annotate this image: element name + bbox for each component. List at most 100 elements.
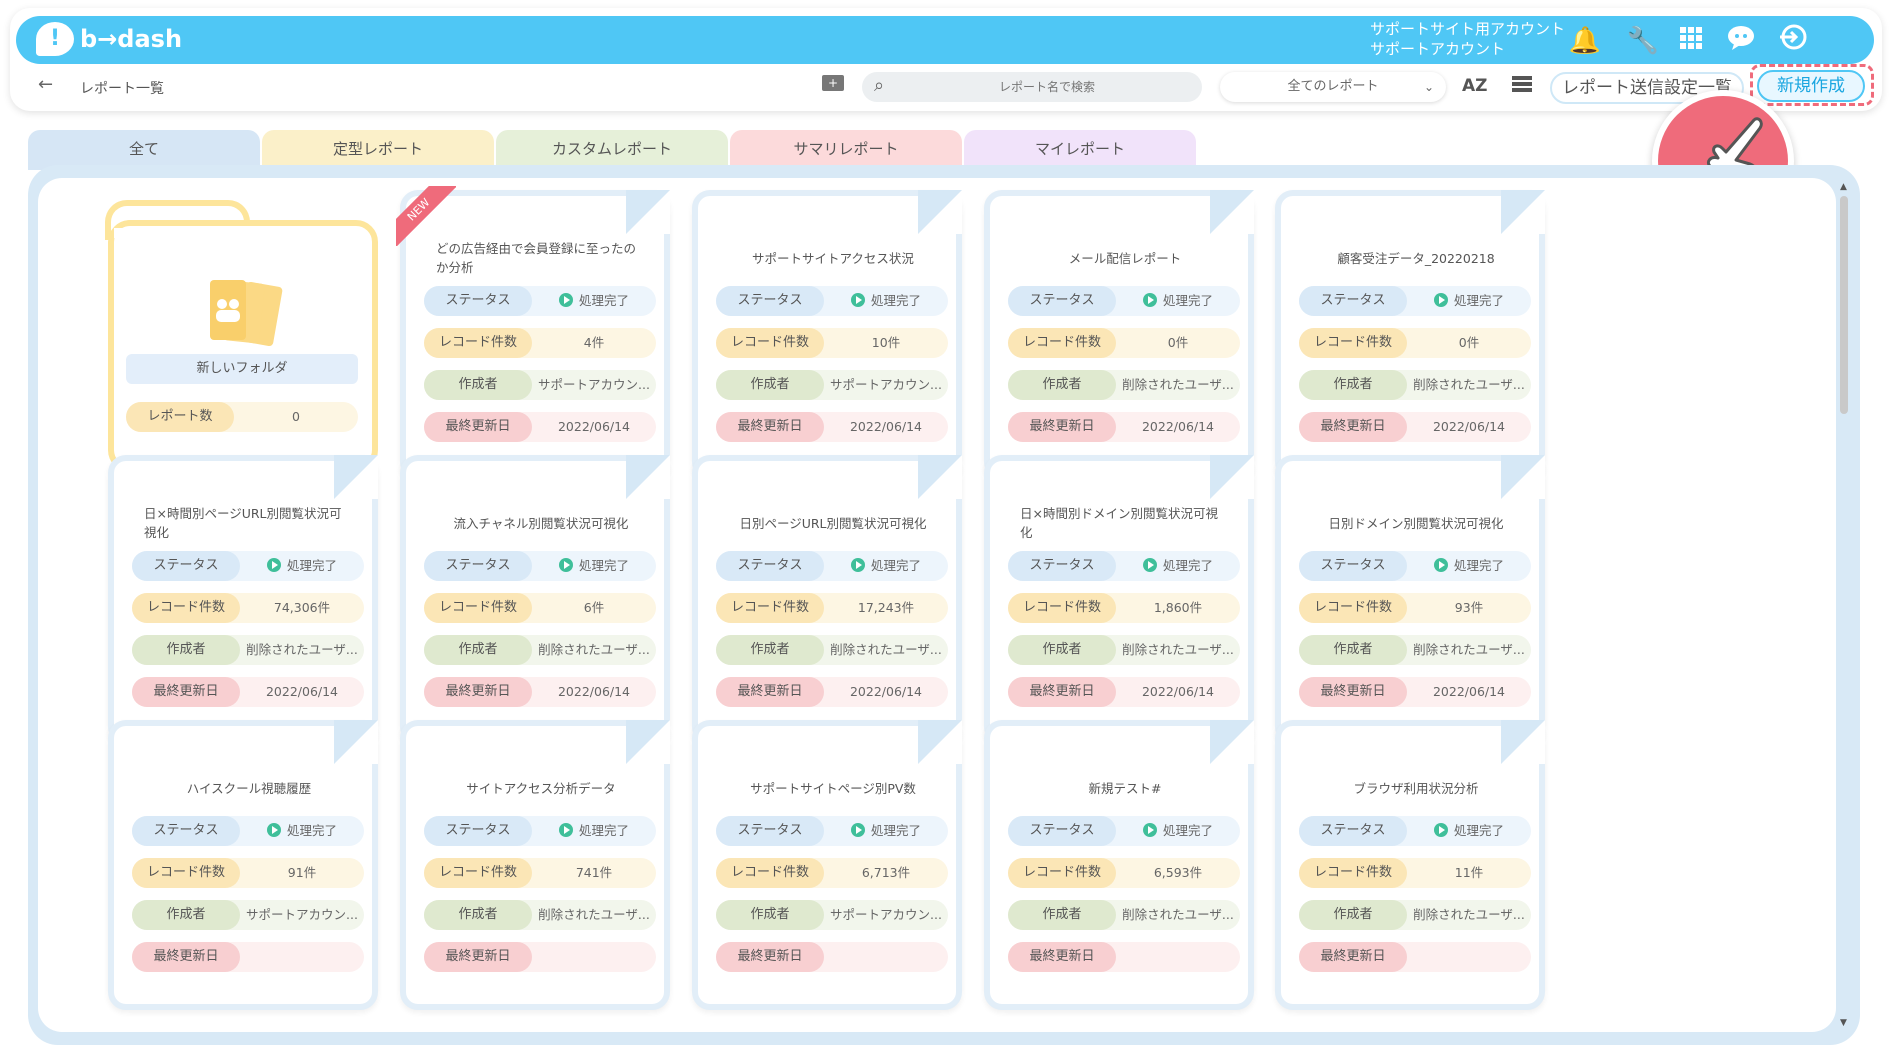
updated-label: 最終更新日 — [1299, 677, 1407, 707]
updated-value — [824, 942, 948, 972]
author-row: 作成者 サポートアカウン... — [424, 370, 656, 400]
updated-label: 最終更新日 — [716, 412, 824, 442]
report-card[interactable]: ハイスクール視聴履歴 ステータス 処理完了 レコード件数 91件 作成者 サポートアカウン.… — [108, 720, 378, 1010]
folder-card[interactable]: 新しいフォルダ レポート数 0 — [108, 220, 378, 472]
tab-all[interactable]: 全て — [28, 130, 260, 170]
status-text: 処理完了 — [1162, 558, 1213, 573]
report-card[interactable]: メール配信レポート ステータス 処理完了 レコード件数 0件 作成者 削除されたユーザ...… — [984, 190, 1254, 480]
author-row: 作成者 削除されたユーザ... — [1299, 900, 1531, 930]
scroll-down-icon[interactable]: ▼ — [1840, 1018, 1847, 1028]
report-card[interactable]: 流入チャネル別閲覧状況可視化 ステータス 処理完了 レコード件数 6件 作成者 削除されたユ… — [400, 455, 670, 745]
report-card[interactable]: サポートサイトアクセス状況 ステータス 処理完了 レコード件数 10件 作成者 サポートアカ… — [692, 190, 962, 480]
tab-my-reports[interactable]: マイレポート — [964, 130, 1196, 170]
record-count-label: レコード件数 — [1008, 858, 1116, 888]
page-fold — [334, 455, 378, 499]
record-count-label: レコード件数 — [424, 593, 532, 623]
record-count-row: レコード件数 74,306件 — [132, 593, 364, 623]
status-text: 処理完了 — [1162, 293, 1213, 308]
record-count-label: レコード件数 — [424, 858, 532, 888]
updated-row: 最終更新日 2022/06/14 — [1008, 677, 1240, 707]
author-value: 削除されたユーザ... — [1413, 377, 1525, 392]
author-value: サポートアカウン... — [246, 907, 358, 922]
tab-summary[interactable]: サマリレポート — [730, 130, 962, 170]
back-arrow-icon[interactable]: ← — [38, 74, 53, 95]
search-input[interactable] — [902, 72, 1192, 102]
status-value: 処理完了 — [1407, 551, 1531, 581]
list-view-icon[interactable] — [1512, 76, 1532, 92]
updated-row: 最終更新日 2022/06/14 — [1299, 677, 1531, 707]
status-row: ステータス 処理完了 — [1008, 286, 1240, 316]
report-card[interactable]: ブラウザ利用状況分析 ステータス 処理完了 レコード件数 11件 作成者 削除されたユーザ.… — [1275, 720, 1545, 1010]
author-value: サポートアカウン... — [830, 907, 942, 922]
author-label: 作成者 — [716, 635, 824, 665]
updated-row: 最終更新日 — [132, 942, 364, 972]
status-row: ステータス 処理完了 — [424, 816, 656, 846]
record-count-row: レコード件数 11件 — [1299, 858, 1531, 888]
play-icon — [266, 558, 281, 572]
report-card[interactable]: 日×時間別ドメイン別閲覧状況可視化 ステータス 処理完了 レコード件数 1,860件 作成… — [984, 455, 1254, 745]
report-card[interactable]: 日別ドメイン別閲覧状況可視化 ステータス 処理完了 レコード件数 93件 作成者 削除された… — [1275, 455, 1545, 745]
record-count-row: レコード件数 6,713件 — [716, 858, 948, 888]
logo[interactable]: ! b→dash — [36, 22, 182, 56]
report-card[interactable]: サポートサイトページ別PV数 ステータス 処理完了 レコード件数 6,713件 作成者 サポ… — [692, 720, 962, 1010]
tab-standard[interactable]: 定型レポート — [262, 130, 494, 170]
author-label: 作成者 — [716, 900, 824, 930]
record-count-row: レコード件数 6件 — [424, 593, 656, 623]
add-folder-icon[interactable]: + — [822, 75, 844, 91]
report-card[interactable]: NEW どの広告経由で会員登録に至ったのか分析 ステータス 処理完了 レコード件数 4件作… — [396, 186, 670, 480]
report-card[interactable]: サイトアクセス分析データ ステータス 処理完了 レコード件数 741件 作成者 削除されたユ… — [400, 720, 670, 1010]
toolbar: ← レポート一覧 + ⌕ 全てのレポート ⌄ AZ レポート送信設定一覧 新規作… — [0, 64, 1890, 110]
scrollbar[interactable]: ▲ ▼ — [1838, 182, 1850, 1028]
author-value: 削除されたユーザ... — [1413, 907, 1525, 922]
report-card[interactable]: 顧客受注データ_20220218 ステータス 処理完了 レコード件数 0件 作成者 削除され… — [1275, 190, 1545, 480]
chat-icon[interactable] — [1724, 24, 1758, 58]
bell-icon[interactable]: 🔔 — [1568, 24, 1602, 58]
status-label: ステータス — [716, 286, 824, 316]
report-filter-select[interactable]: 全てのレポート ⌄ — [1220, 72, 1446, 102]
author-label: 作成者 — [1008, 635, 1116, 665]
report-title: サポートサイトアクセス状況 — [752, 250, 914, 266]
chevron-down-icon: ⌄ — [1423, 80, 1434, 94]
page-fold — [334, 720, 378, 764]
status-label: ステータス — [1299, 551, 1407, 581]
status-label: ステータス — [716, 816, 824, 846]
sort-az-icon[interactable]: AZ — [1462, 76, 1487, 96]
record-count-value: 11件 — [1454, 865, 1484, 880]
author-value: 削除されたユーザ... — [246, 642, 358, 657]
grid-icon[interactable] — [1674, 24, 1708, 58]
author-row: 作成者 削除されたユーザ... — [1299, 635, 1531, 665]
author-row: 作成者 削除されたユーザ... — [1008, 370, 1240, 400]
author-row: 作成者 削除されたユーザ... — [424, 635, 656, 665]
author-label: 作成者 — [132, 635, 240, 665]
record-count-label: レコード件数 — [716, 858, 824, 888]
status-label: ステータス — [424, 816, 532, 846]
author-label: 作成者 — [1008, 370, 1116, 400]
updated-label: 最終更新日 — [1299, 942, 1407, 972]
report-card[interactable]: 日×時間別ページURL別閲覧状況可視化 ステータス 処理完了 レコード件数 74,306… — [108, 455, 378, 745]
wrench-icon[interactable]: 🔧 — [1626, 24, 1660, 58]
record-count-row: レコード件数 93件 — [1299, 593, 1531, 623]
logout-icon[interactable] — [1776, 24, 1810, 58]
play-icon — [1433, 823, 1448, 837]
report-title: ブラウザ利用状況分析 — [1353, 780, 1479, 796]
author-value: 削除されたユーザ... — [830, 642, 942, 657]
status-row: ステータス 処理完了 — [424, 551, 656, 581]
record-count-value: 6,593件 — [1153, 865, 1203, 880]
record-count-value: 6,713件 — [861, 865, 911, 880]
status-label: ステータス — [132, 816, 240, 846]
report-title: 日×時間別ページURL別閲覧状況可視化 — [144, 506, 342, 540]
report-card[interactable]: 新規テスト# ステータス 処理完了 レコード件数 6,593件 作成者 削除されたユーザ..… — [984, 720, 1254, 1010]
status-value: 処理完了 — [824, 286, 948, 316]
record-count-label: レコード件数 — [1299, 593, 1407, 623]
tab-custom[interactable]: カスタムレポート — [496, 130, 728, 170]
report-card[interactable]: 日別ページURL別閲覧状況可視化 ステータス 処理完了 レコード件数 17,243件 作成… — [692, 455, 962, 745]
new-report-button[interactable]: 新規作成 — [1757, 70, 1865, 102]
scroll-up-icon[interactable]: ▲ — [1840, 182, 1847, 192]
updated-row: 最終更新日 2022/06/14 — [716, 412, 948, 442]
updated-label: 最終更新日 — [716, 942, 824, 972]
status-value: 処理完了 — [1407, 286, 1531, 316]
record-count-label: レコード件数 — [1008, 593, 1116, 623]
record-count-value: 4件 — [583, 335, 605, 350]
scroll-thumb[interactable] — [1840, 196, 1848, 414]
status-text: 処理完了 — [870, 293, 921, 308]
